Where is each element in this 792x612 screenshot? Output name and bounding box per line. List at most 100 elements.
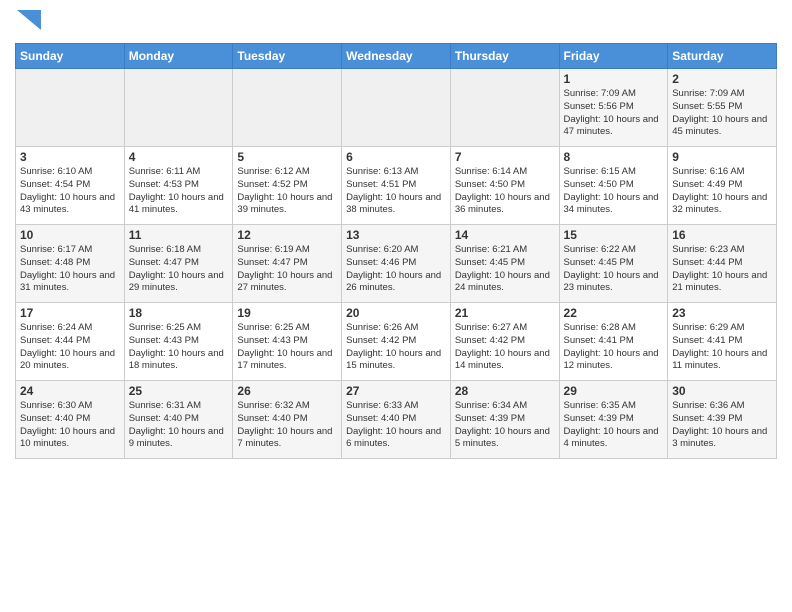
page-header: [15, 10, 777, 35]
day-number: 14: [455, 228, 555, 242]
calendar-cell: 27 Sunrise: 6:33 AM Sunset: 4:40 PM Dayli…: [342, 381, 451, 459]
calendar-table: SundayMondayTuesdayWednesdayThursdayFrid…: [15, 43, 777, 459]
day-number: 23: [672, 306, 772, 320]
day-number: 4: [129, 150, 229, 164]
day-of-week-header: Monday: [124, 44, 233, 69]
day-number: 1: [564, 72, 664, 86]
day-of-week-header: Saturday: [668, 44, 777, 69]
day-info: Sunrise: 6:36 AM Sunset: 4:39 PM Dayligh…: [672, 400, 772, 451]
day-number: 26: [237, 384, 337, 398]
day-number: 24: [20, 384, 120, 398]
calendar-cell: 14 Sunrise: 6:21 AM Sunset: 4:45 PM Dayli…: [450, 225, 559, 303]
calendar-cell: [124, 69, 233, 147]
calendar-cell: 2Sunrise: 7:09 AM Sunset: 5:55 PM Daylig…: [668, 69, 777, 147]
day-number: 22: [564, 306, 664, 320]
day-info: Sunrise: 6:13 AM Sunset: 4:51 PM Dayligh…: [346, 166, 446, 217]
calendar-cell: 24Sunrise: 6:30 AM Sunset: 4:40 PM Dayli…: [16, 381, 125, 459]
day-number: 10: [20, 228, 120, 242]
calendar-cell: 25 Sunrise: 6:31 AM Sunset: 4:40 PM Dayli…: [124, 381, 233, 459]
day-number: 9: [672, 150, 772, 164]
calendar-cell: 18Sunrise: 6:25 AM Sunset: 4:43 PM Dayli…: [124, 303, 233, 381]
day-number: 8: [564, 150, 664, 164]
day-info: Sunrise: 6:31 AM Sunset: 4:40 PM Dayligh…: [129, 400, 229, 451]
calendar-cell: 9 Sunrise: 6:16 AM Sunset: 4:49 PM Daylig…: [668, 147, 777, 225]
calendar-cell: 21 Sunrise: 6:27 AM Sunset: 4:42 PM Dayli…: [450, 303, 559, 381]
day-of-week-header: Thursday: [450, 44, 559, 69]
calendar-cell: 10 Sunrise: 6:17 AM Sunset: 4:48 PM Dayli…: [16, 225, 125, 303]
calendar-cell: [233, 69, 342, 147]
day-info: Sunrise: 6:33 AM Sunset: 4:40 PM Dayligh…: [346, 400, 446, 451]
day-of-week-header: Friday: [559, 44, 668, 69]
day-number: 28: [455, 384, 555, 398]
calendar-cell: 7 Sunrise: 6:14 AM Sunset: 4:50 PM Daylig…: [450, 147, 559, 225]
day-info: Sunrise: 6:11 AM Sunset: 4:53 PM Dayligh…: [129, 166, 229, 217]
day-info: Sunrise: 6:35 AM Sunset: 4:39 PM Dayligh…: [564, 400, 664, 451]
day-info: Sunrise: 6:27 AM Sunset: 4:42 PM Dayligh…: [455, 322, 555, 373]
day-number: 3: [20, 150, 120, 164]
day-number: 20: [346, 306, 446, 320]
day-info: Sunrise: 6:14 AM Sunset: 4:50 PM Dayligh…: [455, 166, 555, 217]
logo: [15, 10, 39, 35]
day-info: Sunrise: 6:25 AM Sunset: 4:43 PM Dayligh…: [129, 322, 229, 373]
day-info: Sunrise: 6:18 AM Sunset: 4:47 PM Dayligh…: [129, 244, 229, 295]
calendar-cell: 12 Sunrise: 6:19 AM Sunset: 4:47 PM Dayli…: [233, 225, 342, 303]
day-info: Sunrise: 7:09 AM Sunset: 5:55 PM Dayligh…: [672, 88, 772, 139]
calendar-cell: 11 Sunrise: 6:18 AM Sunset: 4:47 PM Dayli…: [124, 225, 233, 303]
day-info: Sunrise: 6:21 AM Sunset: 4:45 PM Dayligh…: [455, 244, 555, 295]
calendar-cell: [16, 69, 125, 147]
main-container: SundayMondayTuesdayWednesdayThursdayFrid…: [0, 0, 792, 464]
day-info: Sunrise: 6:20 AM Sunset: 4:46 PM Dayligh…: [346, 244, 446, 295]
day-number: 11: [129, 228, 229, 242]
day-info: Sunrise: 6:25 AM Sunset: 4:43 PM Dayligh…: [237, 322, 337, 373]
day-info: Sunrise: 6:17 AM Sunset: 4:48 PM Dayligh…: [20, 244, 120, 295]
calendar-cell: 22 Sunrise: 6:28 AM Sunset: 4:41 PM Dayli…: [559, 303, 668, 381]
day-number: 29: [564, 384, 664, 398]
day-number: 13: [346, 228, 446, 242]
day-number: 21: [455, 306, 555, 320]
day-number: 16: [672, 228, 772, 242]
day-number: 30: [672, 384, 772, 398]
calendar-cell: 23 Sunrise: 6:29 AM Sunset: 4:41 PM Dayli…: [668, 303, 777, 381]
day-of-week-header: Sunday: [16, 44, 125, 69]
day-number: 12: [237, 228, 337, 242]
calendar-cell: 1 Sunrise: 7:09 AM Sunset: 5:56 PM Daylig…: [559, 69, 668, 147]
day-info: Sunrise: 6:19 AM Sunset: 4:47 PM Dayligh…: [237, 244, 337, 295]
calendar-cell: 4 Sunrise: 6:11 AM Sunset: 4:53 PM Daylig…: [124, 147, 233, 225]
day-info: Sunrise: 6:32 AM Sunset: 4:40 PM Dayligh…: [237, 400, 337, 451]
day-number: 27: [346, 384, 446, 398]
day-number: 7: [455, 150, 555, 164]
day-info: Sunrise: 6:10 AM Sunset: 4:54 PM Dayligh…: [20, 166, 120, 217]
calendar-week-row: 10 Sunrise: 6:17 AM Sunset: 4:48 PM Dayli…: [16, 225, 777, 303]
day-number: 17: [20, 306, 120, 320]
day-info: Sunrise: 6:24 AM Sunset: 4:44 PM Dayligh…: [20, 322, 120, 373]
calendar-cell: 8Sunrise: 6:15 AM Sunset: 4:50 PM Daylig…: [559, 147, 668, 225]
calendar-week-row: 24Sunrise: 6:30 AM Sunset: 4:40 PM Dayli…: [16, 381, 777, 459]
day-info: Sunrise: 7:09 AM Sunset: 5:56 PM Dayligh…: [564, 88, 664, 139]
day-of-week-header: Wednesday: [342, 44, 451, 69]
day-info: Sunrise: 6:12 AM Sunset: 4:52 PM Dayligh…: [237, 166, 337, 217]
day-number: 25: [129, 384, 229, 398]
calendar-cell: 16 Sunrise: 6:23 AM Sunset: 4:44 PM Dayli…: [668, 225, 777, 303]
calendar-week-row: 3 Sunrise: 6:10 AM Sunset: 4:54 PM Daylig…: [16, 147, 777, 225]
day-info: Sunrise: 6:23 AM Sunset: 4:44 PM Dayligh…: [672, 244, 772, 295]
logo-icon: [17, 10, 41, 30]
calendar-cell: 17 Sunrise: 6:24 AM Sunset: 4:44 PM Dayli…: [16, 303, 125, 381]
calendar-cell: 5Sunrise: 6:12 AM Sunset: 4:52 PM Daylig…: [233, 147, 342, 225]
calendar-cell: 6 Sunrise: 6:13 AM Sunset: 4:51 PM Daylig…: [342, 147, 451, 225]
calendar-cell: 29 Sunrise: 6:35 AM Sunset: 4:39 PM Dayli…: [559, 381, 668, 459]
calendar-cell: 28 Sunrise: 6:34 AM Sunset: 4:39 PM Dayli…: [450, 381, 559, 459]
day-number: 19: [237, 306, 337, 320]
day-info: Sunrise: 6:16 AM Sunset: 4:49 PM Dayligh…: [672, 166, 772, 217]
day-info: Sunrise: 6:26 AM Sunset: 4:42 PM Dayligh…: [346, 322, 446, 373]
day-info: Sunrise: 6:29 AM Sunset: 4:41 PM Dayligh…: [672, 322, 772, 373]
calendar-cell: 19 Sunrise: 6:25 AM Sunset: 4:43 PM Dayli…: [233, 303, 342, 381]
day-number: 15: [564, 228, 664, 242]
calendar-cell: [342, 69, 451, 147]
calendar-week-row: 17 Sunrise: 6:24 AM Sunset: 4:44 PM Dayli…: [16, 303, 777, 381]
calendar-cell: 3 Sunrise: 6:10 AM Sunset: 4:54 PM Daylig…: [16, 147, 125, 225]
calendar-cell: [450, 69, 559, 147]
day-info: Sunrise: 6:28 AM Sunset: 4:41 PM Dayligh…: [564, 322, 664, 373]
day-number: 6: [346, 150, 446, 164]
calendar-cell: 20 Sunrise: 6:26 AM Sunset: 4:42 PM Dayli…: [342, 303, 451, 381]
day-info: Sunrise: 6:34 AM Sunset: 4:39 PM Dayligh…: [455, 400, 555, 451]
